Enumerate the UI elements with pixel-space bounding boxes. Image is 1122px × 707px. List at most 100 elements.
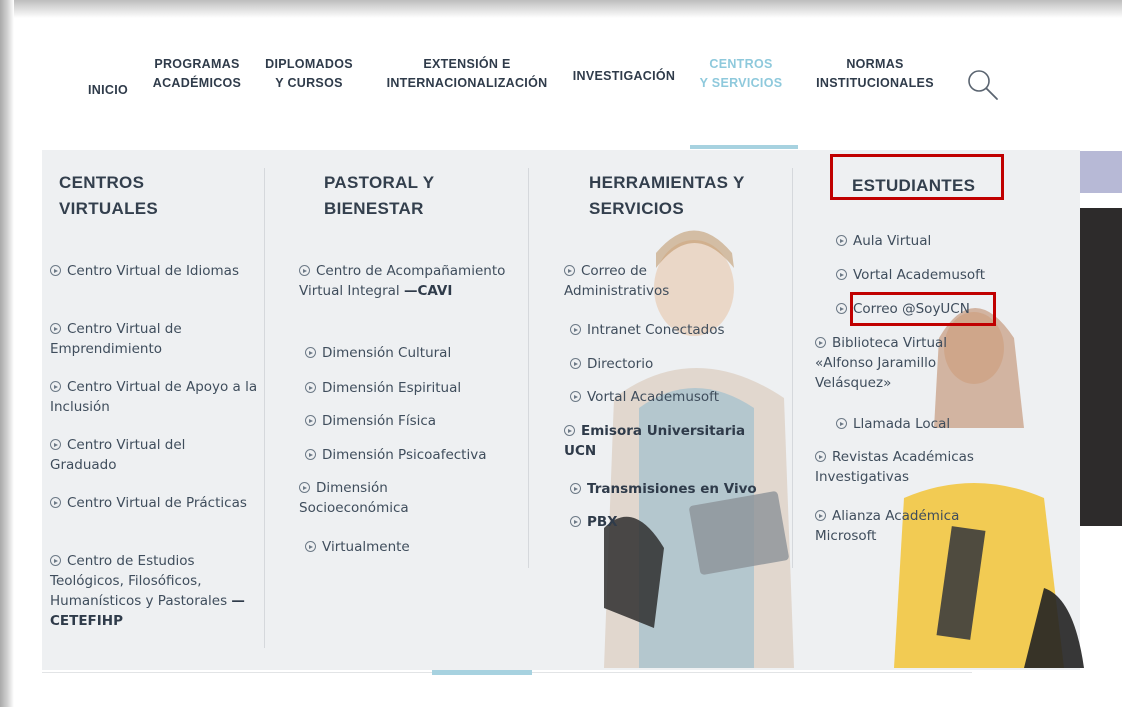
circle-arrow-icon (50, 381, 61, 392)
nav-label: ACADÉMICOS (152, 76, 242, 90)
nav-item-normas-institucionales[interactable]: NORMAS INSTITUCIONALES (810, 55, 940, 93)
menu-link-label: Dimensión Cultural (322, 345, 452, 361)
column-title-line: HERRAMIENTAS Y (589, 173, 745, 192)
menu-link-dimension-psicoafectiva[interactable]: Dimensión Psicoafectiva (305, 445, 525, 465)
column-title-line: PASTORAL Y (324, 173, 435, 192)
nav-label: Y CURSOS (275, 76, 343, 90)
circle-arrow-icon (305, 347, 316, 358)
column-title-line: SERVICIOS (589, 199, 684, 218)
menu-link-label: Biblioteca Virtual «Alfonso Jaramillo Ve… (815, 335, 948, 391)
nav-item-programas-academicos[interactable]: PROGRAMAS ACADÉMICOS (149, 55, 245, 93)
nav-item-investigacion[interactable]: INVESTIGACIÓN (570, 67, 678, 86)
main-navigation: INICIO PROGRAMAS ACADÉMICOS DIPLOMADOS Y… (14, 18, 1122, 149)
menu-link-label: Dimensión Psicoafectiva (322, 447, 487, 463)
circle-arrow-icon (815, 451, 826, 462)
menu-link-intranet-conectados[interactable]: Intranet Conectados (570, 320, 790, 340)
nav-label: EXTENSIÓN E (423, 57, 511, 71)
menu-link-llamada-local[interactable]: Llamada Local (836, 414, 1056, 434)
menu-link-pbx[interactable]: PBX (570, 512, 790, 532)
window-shadow-left (0, 0, 14, 707)
menu-link-emisora-universitaria[interactable]: Emisora Universitaria UCN (564, 421, 779, 461)
menu-link-biblioteca-virtual[interactable]: Biblioteca Virtual «Alfonso Jaramillo Ve… (815, 333, 987, 393)
menu-link-label: Vortal Academusoft (853, 267, 985, 283)
nav-item-diplomados-y-cursos[interactable]: DIPLOMADOS Y CURSOS (262, 55, 356, 93)
nav-item-inicio[interactable]: INICIO (88, 81, 128, 100)
menu-link-label: Centro de Acompañamiento Virtual Integra… (299, 263, 506, 299)
nav-label: INVESTIGACIÓN (572, 69, 676, 83)
menu-link-centro-virtual-idiomas[interactable]: Centro Virtual de Idiomas (50, 261, 250, 281)
menu-link-centro-virtual-inclusion[interactable]: Centro Virtual de Apoyo a la Inclusión (50, 377, 260, 417)
menu-link-label: Virtualmente (322, 539, 410, 555)
circle-arrow-icon (299, 482, 310, 493)
circle-arrow-icon (50, 439, 61, 450)
column-title-pastoral-bienestar: PASTORAL Y BIENESTAR (324, 170, 434, 222)
menu-link-label: PBX (587, 514, 618, 530)
menu-link-alianza-microsoft[interactable]: Alianza Académica Microsoft (815, 506, 995, 546)
menu-link-label: Centro Virtual de Prácticas (67, 495, 247, 511)
circle-arrow-icon (305, 449, 316, 460)
nav-label: DIPLOMADOS (265, 57, 353, 71)
menu-link-label: Emisora Universitaria UCN (564, 423, 746, 459)
circle-arrow-icon (570, 391, 581, 402)
circle-arrow-icon (305, 415, 316, 426)
nav-label: INICIO (88, 83, 128, 97)
circle-arrow-icon (305, 541, 316, 552)
menu-link-centro-virtual-graduado[interactable]: Centro Virtual del Graduado (50, 435, 250, 475)
active-tab-indicator (690, 145, 798, 149)
menu-link-vortal-academusoft[interactable]: Vortal Academusoft (570, 387, 790, 407)
menu-link-centro-virtual-practicas[interactable]: Centro Virtual de Prácticas (50, 493, 250, 513)
circle-arrow-icon (836, 418, 847, 429)
menu-link-dimension-fisica[interactable]: Dimensión Física (305, 411, 525, 431)
menu-link-directorio[interactable]: Directorio (570, 354, 790, 374)
menu-link-transmisiones-en-vivo[interactable]: Transmisiones en Vivo (570, 479, 790, 499)
menu-link-cavi[interactable]: Centro de Acompañamiento Virtual Integra… (299, 261, 521, 301)
circle-arrow-icon (299, 265, 310, 276)
column-title-line: VIRTUALES (59, 199, 159, 218)
menu-link-acronym: —CAVI (403, 283, 453, 299)
menu-link-label: Centro Virtual de Idiomas (67, 263, 239, 279)
menu-link-dimension-cultural[interactable]: Dimensión Cultural (305, 343, 525, 363)
nav-label: PROGRAMAS (154, 57, 240, 71)
menu-link-label: Intranet Conectados (587, 322, 725, 338)
menu-link-label: Centro Virtual del Graduado (50, 437, 186, 473)
menu-link-vortal-academusoft-estudiantes[interactable]: Vortal Academusoft (836, 265, 1056, 285)
circle-arrow-icon (50, 265, 61, 276)
column-divider (792, 168, 793, 568)
menu-link-dimension-socioeconomica[interactable]: Dimensión Socioeconómica (299, 478, 434, 518)
menu-link-label: Centro de Estudios Teológicos, Filosófic… (50, 553, 228, 609)
menu-link-revistas-academicas[interactable]: Revistas Académicas Investigativas (815, 447, 1035, 487)
search-icon[interactable] (966, 68, 1000, 102)
circle-arrow-icon (836, 303, 847, 314)
circle-arrow-icon (50, 497, 61, 508)
nav-item-extension-internacionalizacion[interactable]: EXTENSIÓN E INTERNACIONALIZACIÓN (380, 55, 554, 93)
circle-arrow-icon (564, 425, 575, 436)
web-page: INICIO PROGRAMAS ACADÉMICOS DIPLOMADOS Y… (14, 18, 1122, 707)
menu-link-label: Directorio (587, 356, 654, 372)
menu-link-label: Aula Virtual (853, 233, 932, 249)
column-title-line: CENTROS (59, 173, 145, 192)
nav-label: INSTITUCIONALES (816, 76, 934, 90)
menu-link-label: Dimensión Física (322, 413, 437, 429)
circle-arrow-icon (836, 235, 847, 246)
window-shadow-top (0, 0, 1122, 18)
highlight-box-estudiantes (830, 154, 1004, 200)
column-divider (528, 168, 529, 568)
menu-link-aula-virtual[interactable]: Aula Virtual (836, 231, 1056, 251)
nav-label: Y SERVICIOS (699, 76, 783, 90)
menu-link-label: Dimensión Socioeconómica (299, 480, 409, 516)
menu-link-dimension-espiritual[interactable]: Dimensión Espiritual (305, 378, 525, 398)
menu-link-label: Dimensión Espiritual (322, 380, 462, 396)
column-title-herramientas-servicios: HERRAMIENTAS Y SERVICIOS (589, 170, 745, 222)
nav-item-centros-y-servicios[interactable]: CENTROS Y SERVICIOS (690, 55, 792, 93)
menu-link-centro-virtual-emprendimiento[interactable]: Centro Virtual de Emprendimiento (50, 319, 250, 359)
circle-arrow-icon (570, 516, 581, 527)
menu-link-label: Revistas Académicas Investigativas (815, 449, 974, 485)
menu-link-virtualmente[interactable]: Virtualmente (305, 537, 525, 557)
circle-arrow-icon (570, 324, 581, 335)
menu-link-label: Centro Virtual de Apoyo a la Inclusión (50, 379, 258, 415)
nav-label: CENTROS (709, 57, 773, 71)
circle-arrow-icon (50, 555, 61, 566)
menu-link-cetefihp[interactable]: Centro de Estudios Teológicos, Filosófic… (50, 551, 262, 631)
circle-arrow-icon (50, 323, 61, 334)
menu-link-correo-administrativos[interactable]: Correo de Administrativos (564, 261, 734, 301)
